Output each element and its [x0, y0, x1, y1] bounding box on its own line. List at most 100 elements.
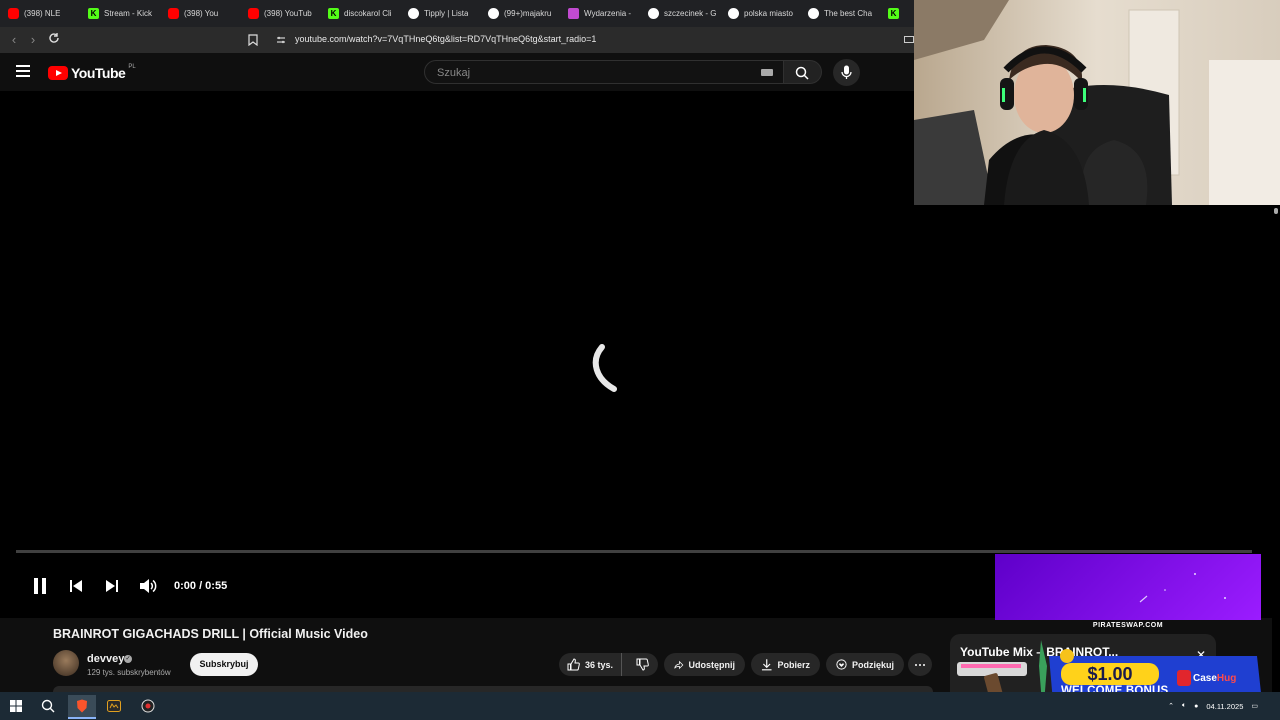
- next-button[interactable]: [100, 574, 124, 598]
- kick-icon: K: [88, 8, 99, 19]
- tab-title: Stream - Kick: [104, 9, 153, 18]
- media-app-icon: [107, 700, 121, 712]
- google-icon: [728, 8, 739, 19]
- tray-overflow-icon[interactable]: ⌃: [1168, 702, 1174, 710]
- system-date[interactable]: 04.11.2025: [1206, 702, 1243, 711]
- browser-tab[interactable]: polska miasto: [720, 0, 800, 27]
- diamond-icon: [808, 8, 819, 19]
- taskbar-app-button[interactable]: [104, 696, 124, 716]
- search-box[interactable]: [424, 60, 784, 84]
- thanks-button[interactable]: Podziękuj: [826, 653, 904, 676]
- speaker-icon[interactable]: 🔈︎: [1182, 702, 1186, 710]
- progress-bar[interactable]: [16, 550, 1252, 553]
- tab-title: (398) You: [184, 9, 219, 18]
- recording-app-icon: [141, 699, 155, 713]
- browser-tab-strip: (398) NLE K Stream - Kick (398) You (398) Yo…: [0, 0, 914, 27]
- volume-button[interactable]: [136, 574, 160, 598]
- url-text: youtube.com/watch?v=7VqTHneQ6tg&list=RD7…: [295, 34, 597, 44]
- browser-tab[interactable]: szczecinek - G: [640, 0, 720, 27]
- browser-tab[interactable]: Kdiscokarol Cli: [320, 0, 400, 27]
- start-button[interactable]: [6, 696, 26, 716]
- guide-menu-button[interactable]: [16, 65, 30, 77]
- browser-tab[interactable]: K Stream - Kick: [80, 0, 160, 27]
- player-controls: 0:00 / 0:55: [28, 574, 227, 598]
- scrollbar-thumb[interactable]: [1274, 208, 1278, 214]
- logo-text: YouTube: [71, 65, 126, 81]
- microphone-tray-icon[interactable]: ●: [1194, 703, 1198, 710]
- ad-domain-label: PIRATESWAP.COM: [1092, 622, 1164, 629]
- browser-tab[interactable]: (398) YouTub: [240, 0, 320, 27]
- page-scrollbar[interactable]: [1272, 205, 1280, 692]
- dislike-button[interactable]: [627, 658, 658, 671]
- overlay-ad-banner[interactable]: [995, 554, 1261, 620]
- pause-button[interactable]: [28, 574, 52, 598]
- tab-title: szczecinek - G: [664, 9, 717, 18]
- subscriber-count: 129 tys. subskrybentów: [87, 668, 171, 677]
- tipply-icon: [408, 8, 419, 19]
- brand-part-b: Hug: [1216, 673, 1237, 684]
- volume-icon: [140, 579, 157, 593]
- download-button[interactable]: Pobierz: [751, 653, 820, 676]
- tab-title: The best Cha: [824, 9, 873, 18]
- previous-button[interactable]: [64, 574, 88, 598]
- share-icon: [674, 660, 684, 669]
- browser-tab[interactable]: The best Cha: [800, 0, 880, 27]
- browser-tab[interactable]: (398) NLE: [0, 0, 80, 27]
- search-input[interactable]: [435, 66, 739, 80]
- notifications-icon[interactable]: ▭: [1251, 702, 1258, 710]
- kick-icon: K: [888, 8, 899, 19]
- youtube-logo-icon: [48, 66, 68, 80]
- share-button[interactable]: Udostępnij: [664, 653, 745, 676]
- channel-avatar[interactable]: [53, 650, 79, 676]
- subscribe-button[interactable]: Subskrybuj: [190, 653, 258, 676]
- casehug-logo-icon: [1177, 670, 1191, 686]
- search-icon: [41, 699, 55, 713]
- like-dislike-group: 36 tys.: [559, 653, 658, 676]
- youtube-icon: [248, 8, 259, 19]
- taskbar-brave-button[interactable]: [68, 695, 96, 719]
- browser-tab[interactable]: K: [880, 0, 914, 27]
- region-code: PL: [128, 64, 136, 70]
- tab-title: polska miasto: [744, 9, 793, 18]
- voice-search-button[interactable]: [833, 59, 860, 86]
- download-icon: [761, 659, 772, 671]
- verified-badge-icon: ✓: [124, 655, 132, 663]
- like-button[interactable]: 36 tys.: [559, 653, 622, 676]
- keyboard-icon[interactable]: [761, 69, 773, 76]
- event-icon: [568, 8, 579, 19]
- browser-tab[interactable]: (99+)majakru: [480, 0, 560, 27]
- forward-button[interactable]: ›: [24, 31, 42, 49]
- pause-icon: [34, 578, 46, 594]
- tab-title: (99+)majakru: [504, 9, 552, 18]
- browser-tab[interactable]: (398) You: [160, 0, 240, 27]
- thumbs-up-icon: [567, 658, 580, 671]
- tab-title: (398) NLE: [24, 9, 61, 18]
- channel-name[interactable]: devvey: [87, 653, 124, 665]
- back-button[interactable]: ‹: [5, 31, 23, 49]
- browser-tab[interactable]: Wydarzenia -: [560, 0, 640, 27]
- sparkle-decoration: [1139, 573, 1226, 603]
- casino-brand: CaseHug: [1193, 673, 1236, 684]
- like-count: 36 tys.: [585, 659, 614, 670]
- taskbar-search-button[interactable]: [38, 696, 58, 716]
- windows-taskbar: ⌃ 🔈︎ ● 04.11.2025 ▭: [0, 692, 1280, 720]
- brand-part-a: Case: [1193, 673, 1217, 684]
- cast-icon[interactable]: [904, 36, 914, 44]
- loading-spinner-icon: [592, 344, 617, 392]
- bookmark-icon[interactable]: [248, 34, 258, 46]
- youtube-logo[interactable]: YouTube PL: [48, 64, 136, 81]
- browser-tab[interactable]: Tipply | Lista: [400, 0, 480, 27]
- search-button[interactable]: [784, 60, 822, 84]
- webcam-overlay: [914, 0, 1280, 205]
- thanks-label: Podziękuj: [851, 659, 894, 670]
- more-actions-button[interactable]: [908, 653, 932, 676]
- tab-title: discokarol Cli: [344, 9, 392, 18]
- system-tray: ⌃ 🔈︎ ● 04.11.2025 ▭: [1168, 692, 1258, 720]
- reload-icon: [49, 33, 59, 43]
- search-icon: [795, 66, 809, 80]
- reload-button[interactable]: [45, 31, 63, 49]
- taskbar-obs-button[interactable]: [138, 696, 158, 716]
- site-settings-icon[interactable]: [276, 35, 286, 45]
- google-icon: [648, 8, 659, 19]
- address-bar[interactable]: youtube.com/watch?v=7VqTHneQ6tg&list=RD7…: [248, 30, 914, 50]
